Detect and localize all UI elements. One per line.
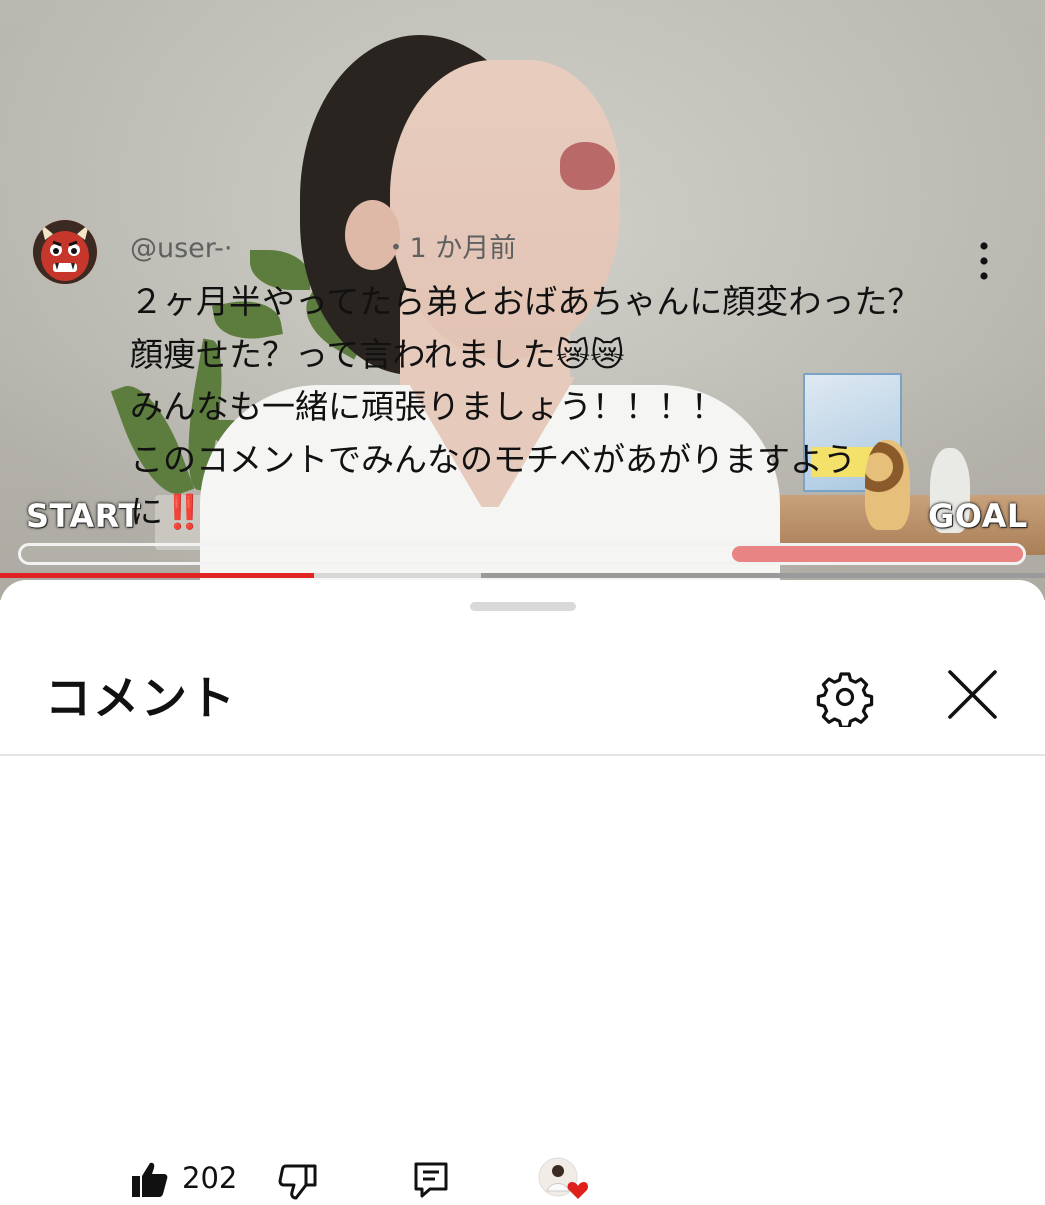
- comment-line: このコメントでみんなのモチベがあがりますよう: [130, 439, 856, 479]
- comments-title: コメント: [45, 671, 237, 725]
- comment-line: に‼️: [130, 492, 205, 531]
- comment-line: 顔痩せた？って言われました😿😿: [130, 334, 625, 374]
- video-person-lips: [560, 142, 615, 190]
- reply-button[interactable]: [412, 1161, 450, 1199]
- thumbs-down-icon: [278, 1164, 317, 1200]
- thumbs-up-filled-icon: [132, 1162, 168, 1197]
- settings-button[interactable]: [815, 667, 875, 729]
- reply-icon: [414, 1162, 448, 1198]
- comment-menu-button[interactable]: [966, 238, 1002, 288]
- start-label: START: [26, 497, 141, 535]
- vertical-dots-icon: [980, 242, 988, 280]
- comment-author-masked: ·: [223, 233, 233, 264]
- close-button[interactable]: [940, 662, 1005, 727]
- goal-progress-fill: [732, 546, 1023, 562]
- comment-time-separator: ・: [382, 233, 410, 264]
- comment-meta: @user-· ・1 か月前: [130, 226, 516, 265]
- header-divider: [0, 754, 1045, 756]
- close-icon: [948, 670, 997, 719]
- like-button[interactable]: [130, 1159, 170, 1199]
- creator-heart-icon: [538, 1157, 588, 1199]
- ogre-emoji: [33, 220, 97, 284]
- comment-author-name[interactable]: @user-: [130, 233, 224, 264]
- comment-text: ２ヶ月半やってたら弟とおばあちゃんに顔変わった？ 顔痩せた？って言われました😿😿…: [130, 276, 970, 539]
- comment-author-avatar[interactable]: [33, 220, 97, 284]
- playback-scrubber[interactable]: [0, 573, 1045, 578]
- comment-line: ２ヶ月半やってたら弟とおばあちゃんに顔変わった？: [130, 282, 921, 321]
- sheet-drag-handle[interactable]: [470, 602, 576, 611]
- creator-heart-button[interactable]: [538, 1157, 588, 1200]
- comment-line: みんなも一緒に頑張りましょう！！！！: [130, 387, 724, 426]
- dislike-button[interactable]: [278, 1161, 318, 1201]
- comments-sheet: コメント: [0, 580, 1045, 1200]
- comment-timestamp: 1 か月前: [409, 233, 517, 264]
- like-count: 202: [182, 1161, 238, 1195]
- comment-actions: 202: [130, 1157, 1030, 1200]
- goal-progress-bar: [18, 543, 1026, 565]
- playback-played: [0, 573, 314, 578]
- gear-icon: [816, 672, 874, 729]
